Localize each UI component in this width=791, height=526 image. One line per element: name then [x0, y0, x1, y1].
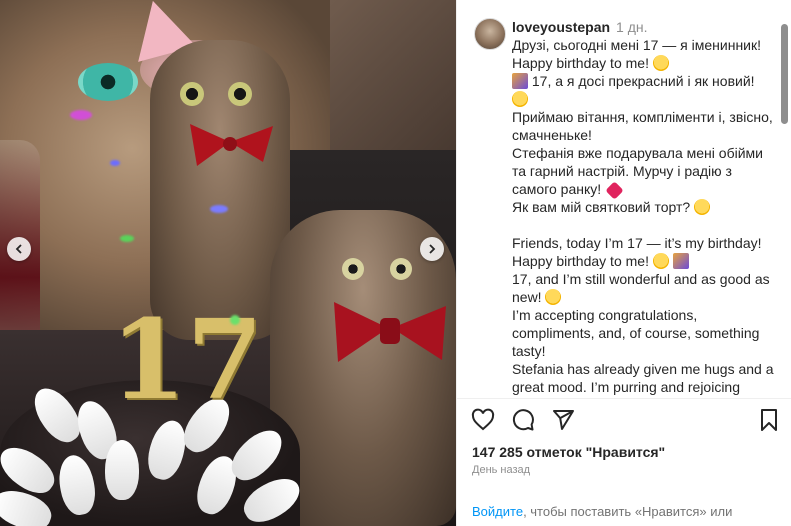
caption-scrollbar[interactable] [781, 24, 788, 124]
red-bow-tie [334, 302, 446, 362]
divider [457, 398, 791, 399]
heart-icon [471, 408, 495, 431]
caption-line: Friends, today I’m 17 — it’s my birthday… [512, 235, 762, 269]
post-actions [471, 408, 781, 436]
caption-line: I’m accepting congratulations, complimen… [512, 307, 760, 359]
caption-scroll-area[interactable]: loveyoustepan 1 дн. Друзі, сьогодні мені … [457, 0, 791, 398]
posted-date[interactable]: День назад [472, 464, 530, 476]
light-sparkle [70, 110, 92, 120]
comment-button[interactable] [511, 408, 539, 436]
emoji-icon [652, 55, 669, 71]
party-popper-icon [512, 73, 528, 89]
chevron-left-icon [15, 244, 22, 254]
like-button[interactable] [471, 408, 499, 436]
share-button[interactable] [551, 408, 579, 436]
number-candle: 17 [110, 295, 264, 424]
login-prompt-text: , чтобы поставить «Нравится» или [523, 504, 733, 519]
poster-cat-eye [78, 63, 138, 101]
cat-eye [180, 82, 204, 106]
emoji-icon [652, 253, 669, 269]
light-sparkle [110, 160, 120, 166]
save-button[interactable] [757, 408, 785, 436]
post-side-panel: loveyoustepan 1 дн. Друзі, сьогодні мені … [456, 0, 791, 526]
login-prompt: Войдите, чтобы поставить «Нравится» или [472, 504, 732, 519]
heart-emoji-icon [605, 181, 624, 200]
bookmark-icon [761, 409, 777, 431]
cat-eye [228, 82, 252, 106]
caption-line: Stefania has already given me hugs and a… [512, 361, 774, 395]
party-popper-icon [672, 253, 689, 269]
emoji-icon [512, 91, 528, 107]
likes-count[interactable]: 147 285 отметок "Нравится" [472, 444, 665, 460]
previous-image-button[interactable] [7, 237, 31, 261]
avatar[interactable] [474, 18, 506, 50]
login-link[interactable]: Войдите [472, 504, 523, 519]
light-sparkle [120, 235, 134, 242]
post-time[interactable]: 1 дн. [616, 19, 647, 35]
cat-eye [342, 258, 364, 280]
caption-line: 17, а я досі прекрасний і як новий! [531, 73, 755, 89]
caption-line: Друзі, сьогодні мені 17 — я іменинник! H… [512, 37, 762, 71]
share-icon [553, 410, 574, 430]
emoji-icon [545, 289, 562, 305]
chevron-right-icon [429, 244, 436, 254]
light-sparkle [230, 315, 240, 325]
comment-icon [512, 409, 534, 431]
username-link[interactable]: loveyoustepan [512, 19, 610, 35]
caption-line: Як вам мій святковий торт? [512, 199, 691, 215]
next-image-button[interactable] [420, 237, 444, 261]
caption-line: Приймаю вітання, компліменти і, звісно, … [512, 109, 773, 143]
post-caption: loveyoustepan 1 дн. Друзі, сьогодні мені … [512, 18, 774, 396]
post-photo[interactable]: 17 [0, 0, 456, 526]
cat-eye [390, 258, 412, 280]
red-bow-tie [190, 124, 273, 166]
emoji-icon [694, 199, 711, 215]
caption-line: Стефанія вже подарувала мені обійми та г… [512, 145, 763, 197]
light-sparkle [210, 205, 228, 213]
sugar-mouse [105, 440, 139, 500]
